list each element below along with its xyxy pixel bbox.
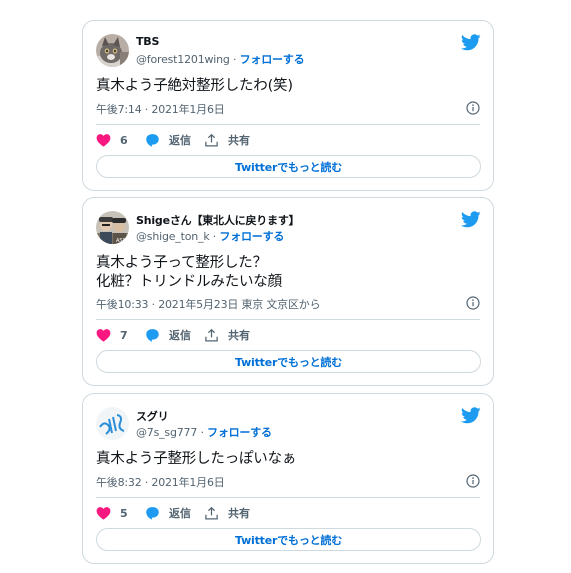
- share-label: 共有: [228, 507, 250, 520]
- like-count: 6: [120, 133, 128, 147]
- handle-line: @7s_sg777 · フォローする: [136, 424, 272, 440]
- separator-dot: ·: [200, 426, 204, 439]
- share-button[interactable]: 共有: [204, 327, 250, 343]
- info-circle-icon[interactable]: [466, 101, 480, 115]
- reply-label: 返信: [169, 329, 191, 342]
- handle-line: @shige_ton_k · フォローする: [136, 228, 284, 244]
- like-button[interactable]: 7: [96, 327, 128, 343]
- divider: [96, 124, 480, 125]
- tweet-text: 真木よう子って整形した？ 化粧？トリンドルみたいな顔: [96, 255, 282, 290]
- like-count: 7: [120, 328, 128, 342]
- twitter-bird-icon[interactable]: [461, 211, 481, 228]
- two-people-photo-avatar-icon: ASS: [96, 211, 129, 244]
- twitter-bird-icon[interactable]: [461, 407, 481, 424]
- like-count: 5: [120, 506, 128, 520]
- twitter-bird-icon[interactable]: [461, 34, 481, 51]
- avatar[interactable]: ASS: [96, 211, 129, 244]
- tweet-text: 真木よう子整形したっぽいなぁ: [96, 451, 297, 467]
- follow-link[interactable]: フォローする: [207, 426, 272, 439]
- separator-dot: ·: [212, 230, 217, 243]
- tweet-card: TBS @forest1201wing · フォローする 真木よう子絶対整形した…: [82, 20, 494, 191]
- handwritten-logo-avatar-icon: [96, 407, 129, 440]
- tweet-card: スグリ @7s_sg777 · フォローする 真木よう子整形したっぽいなぁ 午後…: [82, 393, 494, 564]
- heart-icon: [96, 134, 111, 147]
- share-label: 共有: [228, 329, 250, 342]
- like-button[interactable]: 5: [96, 505, 128, 521]
- handle-line: @forest1201wing · フォローする: [136, 51, 305, 67]
- speech-bubble-icon: [146, 134, 159, 147]
- cat-photo-avatar-icon: [96, 34, 129, 67]
- read-more-button[interactable]: Twitterでもっと読む: [96, 350, 481, 373]
- share-button[interactable]: 共有: [204, 132, 250, 148]
- reply-button[interactable]: 返信: [145, 132, 191, 148]
- read-more-button[interactable]: Twitterでもっと読む: [96, 528, 481, 551]
- user-handle[interactable]: @7s_sg777: [136, 426, 197, 439]
- divider: [96, 497, 480, 498]
- avatar[interactable]: [96, 407, 129, 440]
- tweet-text: 真木よう子絶対整形したわ(笑): [96, 78, 293, 94]
- info-circle-icon[interactable]: [466, 296, 480, 310]
- user-handle[interactable]: @shige_ton_k: [136, 230, 210, 243]
- separator-dot: ·: [233, 53, 237, 66]
- timestamp[interactable]: 午後10:33 · 2021年5月23日 東京 文京区から: [96, 296, 321, 312]
- heart-icon: [96, 329, 111, 342]
- svg-text:ASS: ASS: [116, 238, 126, 244]
- display-name[interactable]: スグリ: [136, 408, 169, 424]
- divider: [96, 319, 480, 320]
- share-upload-icon: [205, 328, 218, 341]
- share-button[interactable]: 共有: [204, 505, 250, 521]
- follow-link[interactable]: フォローする: [219, 230, 284, 243]
- share-upload-icon: [205, 133, 218, 146]
- timestamp[interactable]: 午後7:14 · 2021年1月6日: [96, 101, 225, 117]
- reply-button[interactable]: 返信: [145, 505, 191, 521]
- share-upload-icon: [205, 506, 218, 519]
- tweet-card: ASS Shigeさん【東北人に戻ります】 @shige_ton_k · フォロ…: [82, 197, 494, 386]
- display-name[interactable]: Shigeさん【東北人に戻ります】: [136, 212, 300, 228]
- like-button[interactable]: 6: [96, 132, 128, 148]
- user-handle[interactable]: @forest1201wing: [136, 53, 230, 66]
- speech-bubble-icon: [146, 507, 159, 520]
- follow-link[interactable]: フォローする: [240, 53, 305, 66]
- share-label: 共有: [228, 134, 250, 147]
- timestamp[interactable]: 午後8:32 · 2021年1月6日: [96, 474, 225, 490]
- reply-label: 返信: [169, 134, 191, 147]
- display-name[interactable]: TBS: [136, 35, 159, 48]
- speech-bubble-icon: [146, 329, 159, 342]
- info-circle-icon[interactable]: [466, 474, 480, 488]
- heart-icon: [96, 507, 111, 520]
- reply-button[interactable]: 返信: [145, 327, 191, 343]
- read-more-button[interactable]: Twitterでもっと読む: [96, 155, 481, 178]
- reply-label: 返信: [169, 507, 191, 520]
- avatar[interactable]: [96, 34, 129, 67]
